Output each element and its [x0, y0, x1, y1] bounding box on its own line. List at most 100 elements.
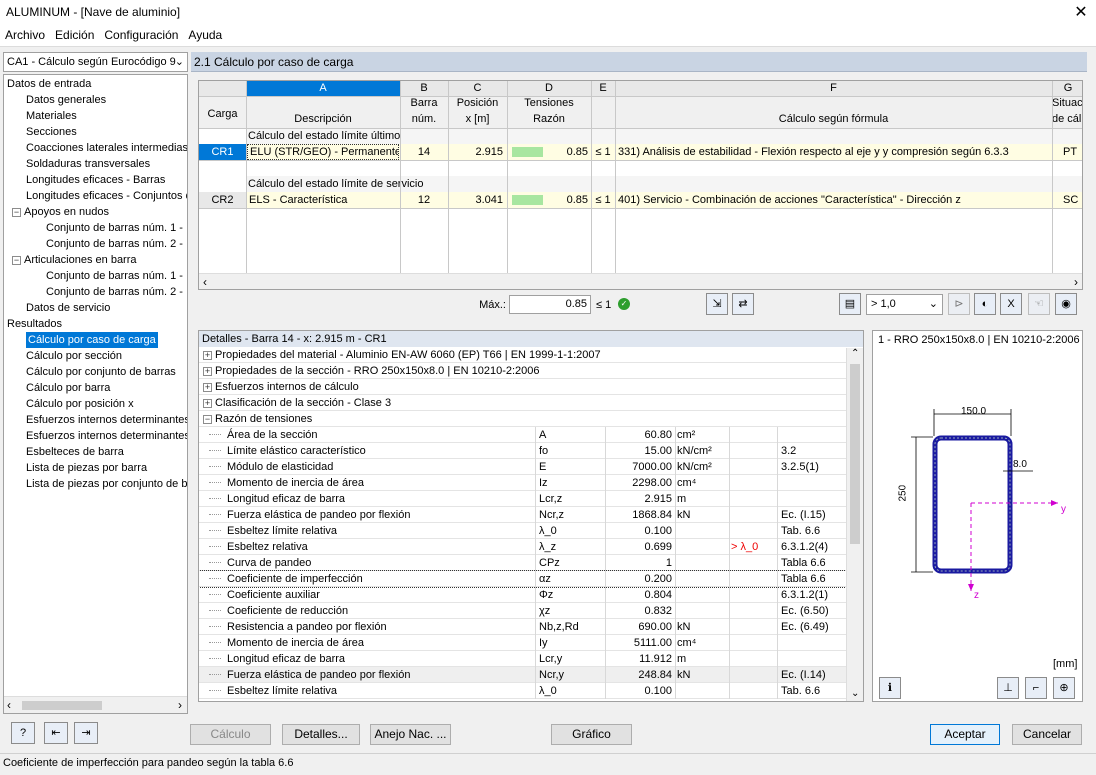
tree-item[interactable]: Longitudes eficaces - Barras	[26, 172, 165, 188]
tree-item[interactable]: Longitudes eficaces - Conjuntos d	[26, 188, 187, 204]
expand-icon[interactable]: +	[203, 399, 212, 408]
tree-item[interactable]: Secciones	[26, 124, 77, 140]
close-icon[interactable]: ✕	[1066, 0, 1096, 25]
excel-export-icon[interactable]: X	[1000, 293, 1022, 315]
col-letter-c[interactable]: C	[448, 81, 507, 96]
col-letter-a[interactable]: A	[246, 81, 400, 96]
details-button[interactable]: Detalles...	[282, 724, 360, 745]
tree-item[interactable]: Resultados	[7, 316, 62, 332]
tree-item[interactable]: Coacciones laterales intermedias	[26, 140, 187, 156]
detail-section[interactable]: + Propiedades del material - Aluminio EN-…	[199, 347, 848, 363]
cell-sit-cr2[interactable]: SC	[1063, 193, 1082, 208]
cell-barra-cr1[interactable]: 14	[400, 145, 448, 160]
national-annex-button[interactable]: Anejo Nac. ...	[370, 724, 451, 745]
scroll-thumb[interactable]	[22, 701, 102, 710]
cell-ratio-cr1[interactable]: 0.85	[539, 145, 588, 160]
detail-section[interactable]: − Razón de tensiones	[199, 411, 848, 427]
tree-item[interactable]: Esbelteces de barra	[26, 444, 124, 460]
cell-formula-cr1[interactable]: 331) Análisis de estabilidad - Flexión r…	[618, 145, 1050, 160]
col-letter-d[interactable]: D	[507, 81, 591, 96]
tree-item[interactable]: Esfuerzos internos determinantes	[26, 412, 187, 428]
tree-item[interactable]: − Articulaciones en barra	[12, 252, 137, 268]
detail-row[interactable]: Resistencia a pandeo por flexión Nb,z,Rd 6…	[199, 619, 848, 635]
detail-row[interactable]: Fuerza elástica de pandeo por flexión Ncr…	[199, 507, 848, 523]
detail-row[interactable]: Área de la sección A 60.80 cm²	[199, 427, 848, 443]
detail-section[interactable]: + Clasificación de la sección - Clase 3	[199, 395, 848, 411]
cell-pos-cr2[interactable]: 3.041	[448, 193, 503, 208]
cell-barra-cr2[interactable]: 12	[400, 193, 448, 208]
tree-item[interactable]: Datos de entrada	[7, 76, 91, 92]
detail-row[interactable]: Longitud eficaz de barra Lcr,y 11.912 m	[199, 651, 848, 667]
tree-item[interactable]: Cálculo por sección	[26, 348, 122, 364]
detail-section[interactable]: + Propiedades de la sección - RRO 250x150…	[199, 363, 848, 379]
color-scale-icon[interactable]: ◐	[974, 293, 996, 315]
detail-row[interactable]: Momento de inercia de área Iz 2298.00 cm⁴	[199, 475, 848, 491]
detail-section[interactable]: + Esfuerzos internos de cálculo	[199, 379, 848, 395]
eye-icon[interactable]: ◉	[1055, 293, 1077, 315]
detail-row[interactable]: Esbeltez límite relativa λ_0 0.100 Tab. 6.6	[199, 683, 848, 699]
detail-row[interactable]: Límite elástico característico fo 15.00 kN/…	[199, 443, 848, 459]
details-vertical-scrollbar[interactable]: ⌃ ⌄	[846, 348, 863, 701]
collapse-toggle-icon[interactable]: −	[12, 256, 21, 265]
detail-row[interactable]: Esbeltez relativa λ_z 0.699 > λ_0 6.3.1.2(4)	[199, 539, 848, 555]
member-pick-icon[interactable]: ⇲	[706, 293, 728, 315]
detail-row[interactable]: Momento de inercia de área Iy 5111.00 cm⁴	[199, 635, 848, 651]
tree-item[interactable]: Materiales	[26, 108, 77, 124]
tree-item[interactable]: Lista de piezas por conjunto de b	[26, 476, 187, 492]
view-select-icon[interactable]: ⇄	[732, 293, 754, 315]
detail-row[interactable]: Fuerza elástica de pandeo por flexión Ncr…	[199, 667, 848, 683]
table-horizontal-scrollbar[interactable]: ‹ ›	[199, 273, 1082, 289]
case-selector[interactable]: CA1 - Cálculo según Eurocódigo 9 ⌄	[3, 52, 188, 72]
cell-desc-cr1[interactable]: ELU (STR/GEO) - Permanente	[247, 144, 399, 160]
detail-row[interactable]: Longitud eficaz de barra Lcr,z 2.915 m	[199, 491, 848, 507]
collapse-toggle-icon[interactable]: −	[12, 208, 21, 217]
tree-item[interactable]: Conjunto de barras núm. 1 -	[46, 220, 183, 236]
tree-item[interactable]: Conjunto de barras núm. 2 -	[46, 284, 183, 300]
expand-icon[interactable]: +	[203, 367, 212, 376]
collapse-icon[interactable]: −	[203, 415, 212, 424]
tree-item[interactable]: Conjunto de barras núm. 2 -	[46, 236, 183, 252]
col-letter-e[interactable]: E	[591, 81, 615, 96]
detail-row[interactable]: Esbeltez límite relativa λ_0 0.100 Tab. 6.6	[199, 523, 848, 539]
help-icon[interactable]: ?	[11, 722, 35, 744]
accept-button[interactable]: Aceptar	[930, 724, 1000, 745]
scroll-up-icon[interactable]: ⌃	[851, 348, 859, 359]
cell-sit-cr1[interactable]: PT	[1063, 145, 1082, 160]
tree-item[interactable]: Conjunto de barras núm. 1 -	[46, 268, 183, 284]
expand-icon[interactable]: +	[203, 383, 212, 392]
tree-item[interactable]: Cálculo por conjunto de barras	[26, 364, 176, 380]
scroll-thumb[interactable]	[850, 364, 860, 544]
detail-row[interactable]: Curva de pandeo CPz 1 Tabla 6.6	[199, 555, 848, 571]
filter-select[interactable]: > 1,0 ⌄	[866, 294, 943, 315]
tree-horizontal-scrollbar[interactable]: ‹ ›	[4, 696, 187, 713]
detail-row[interactable]: Coeficiente de imperfección αz 0.200 Tabla …	[199, 570, 849, 588]
tree-item[interactable]: Esfuerzos internos determinantes	[26, 428, 187, 444]
dimension-icon[interactable]: ⊥	[997, 677, 1019, 699]
zoom-icon[interactable]: ⊕	[1053, 677, 1075, 699]
scroll-left-icon[interactable]: ‹	[203, 275, 207, 289]
tree-item[interactable]: Datos de servicio	[26, 300, 110, 316]
detail-row[interactable]: Módulo de elasticidad E 7000.00 kN/cm² 3.2.5…	[199, 459, 848, 475]
menu-configuracion[interactable]: Configuración	[99, 25, 183, 46]
row-id-cr1[interactable]: CR1	[199, 144, 246, 160]
tree-item[interactable]: Cálculo por barra	[26, 380, 110, 396]
col-letter-b[interactable]: B	[400, 81, 448, 96]
menu-edicion[interactable]: Edición	[50, 25, 99, 46]
cell-formula-cr2[interactable]: 401) Servicio - Combinación de acciones …	[618, 193, 1050, 208]
expand-icon[interactable]: +	[203, 351, 212, 360]
scroll-right-icon[interactable]: ›	[1074, 275, 1078, 289]
detail-row[interactable]: Coeficiente de reducción χz 0.832 Ec. (6.50…	[199, 603, 848, 619]
menu-ayuda[interactable]: Ayuda	[183, 25, 227, 46]
cell-pos-cr1[interactable]: 2.915	[448, 145, 503, 160]
tree-item[interactable]: Datos generales	[26, 92, 106, 108]
menu-archivo[interactable]: Archivo	[0, 25, 50, 46]
filter-icon[interactable]: ▤	[839, 293, 861, 315]
tree-item[interactable]: Cálculo por caso de carga	[26, 332, 158, 348]
axes-icon[interactable]: ⌐	[1025, 677, 1047, 699]
col-letter-g[interactable]: G	[1052, 81, 1082, 96]
scroll-down-icon[interactable]: ⌄	[851, 688, 859, 699]
pointer-icon[interactable]: ☜	[1028, 293, 1050, 315]
scroll-left-icon[interactable]: ‹	[7, 698, 11, 712]
tree-item[interactable]: Cálculo por posición x	[26, 396, 134, 412]
cell-desc-cr2[interactable]: ELS - Característica	[249, 193, 399, 208]
